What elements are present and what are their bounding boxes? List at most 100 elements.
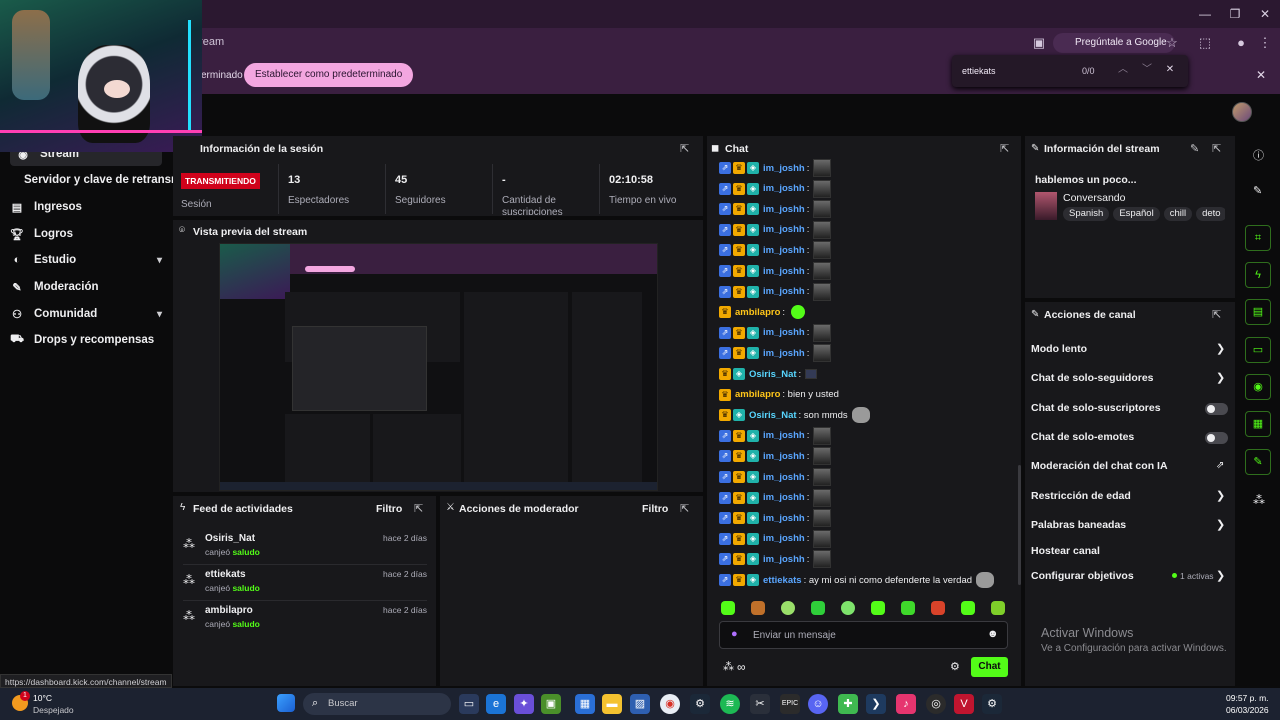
epic-games-icon[interactable]: EPIC	[780, 694, 800, 714]
microphone-icon[interactable]: ●	[731, 628, 738, 640]
chat-username[interactable]: ettiekats	[763, 575, 802, 586]
chat-username[interactable]: im_joshh	[763, 472, 805, 483]
feed-user[interactable]: Osiris_Nat	[205, 533, 255, 544]
emote-icon[interactable]	[781, 601, 795, 615]
chat-username[interactable]: im_joshh	[763, 286, 805, 297]
chrome-icon[interactable]: ◉	[660, 694, 680, 714]
sidebar-item-estudio[interactable]: ◐ Estudio ▾	[10, 248, 162, 272]
minimize-icon[interactable]: —	[1190, 4, 1220, 24]
chat-username[interactable]: im_joshh	[763, 204, 805, 215]
action-goals[interactable]: Configurar objetivos	[1031, 570, 1134, 582]
action-slow-mode[interactable]: Modo lento	[1031, 343, 1087, 355]
terminal-icon[interactable]: ❯	[866, 694, 886, 714]
popout-icon[interactable]: ⇱	[680, 142, 689, 155]
find-close-icon[interactable]: ✕	[1163, 63, 1177, 77]
rail-kick-icon[interactable]: ⁂	[1253, 493, 1265, 507]
chat-username[interactable]: im_joshh	[763, 492, 805, 503]
tag[interactable]: chill	[1163, 207, 1193, 221]
emote-icon[interactable]	[811, 601, 825, 615]
emote-icon[interactable]	[961, 601, 975, 615]
chat-username[interactable]: im_joshh	[763, 224, 805, 235]
chat-username[interactable]: im_joshh	[763, 266, 805, 277]
profile-icon[interactable]: ●	[1232, 34, 1250, 52]
kick-logo-icon[interactable]: ⁂	[723, 660, 734, 673]
extensions-icon[interactable]: ⬚	[1196, 34, 1214, 52]
emote-icon[interactable]	[991, 601, 1005, 615]
rail-broadcast-icon[interactable]: ◉	[1245, 374, 1271, 400]
chat-username[interactable]: Osiris_Nat	[749, 369, 797, 380]
info-icon[interactable]: ⓘ	[1253, 147, 1264, 163]
action-ai-moderation[interactable]: Moderación del chat con IA	[1031, 460, 1168, 472]
close-window-icon[interactable]: ✕	[1250, 4, 1280, 24]
nvidia-icon[interactable]: ▣	[541, 694, 561, 714]
chat-username[interactable]: im_joshh	[763, 451, 805, 462]
sidebar-item-drops[interactable]: ⛟ Drops y recompensas	[10, 328, 162, 352]
store-icon[interactable]: ▦	[575, 694, 595, 714]
rail-calendar-icon[interactable]: ▦	[1245, 411, 1271, 437]
action-followers-only[interactable]: Chat de solo-seguidores	[1031, 372, 1154, 384]
subscribers-only-toggle[interactable]	[1205, 403, 1228, 415]
infinity-icon[interactable]: ∞	[737, 660, 746, 674]
send-chat-button[interactable]: Chat	[971, 657, 1008, 677]
tag[interactable]: Español	[1113, 207, 1160, 221]
find-input[interactable]: ettiekats	[962, 66, 996, 76]
app-icon[interactable]: ✚	[838, 694, 858, 714]
chevron-right-icon[interactable]: ❯	[1216, 342, 1225, 355]
chevron-right-icon[interactable]: ❯	[1216, 489, 1225, 502]
external-link-icon[interactable]: ⇗	[1216, 460, 1224, 471]
chat-username[interactable]: im_joshh	[763, 183, 805, 194]
chat-username[interactable]: im_joshh	[763, 163, 805, 174]
file-explorer-icon[interactable]: ▬	[602, 694, 622, 714]
user-avatar[interactable]	[1232, 102, 1252, 122]
emote-icon[interactable]	[931, 601, 945, 615]
find-prev-icon[interactable]: ︿	[1116, 63, 1130, 77]
clock-time[interactable]: 09:57 p. m.	[1226, 693, 1269, 703]
action-subscribers-only[interactable]: Chat de solo-suscriptores	[1031, 402, 1161, 414]
obs-icon[interactable]: ◎	[926, 694, 946, 714]
rail-bolt-icon[interactable]: ϟ	[1245, 262, 1271, 288]
copilot-icon[interactable]: ✦	[514, 694, 534, 714]
pencil-icon[interactable]: ✎	[1253, 184, 1262, 197]
photos-icon[interactable]: ▨	[630, 694, 650, 714]
chat-username[interactable]: im_joshh	[763, 245, 805, 256]
bookmark-star-icon[interactable]: ☆	[1163, 34, 1181, 52]
rail-wrench-icon[interactable]: ✎	[1245, 449, 1271, 475]
windows-start-icon[interactable]	[277, 694, 295, 712]
chat-username[interactable]: ambilapro	[735, 307, 780, 318]
sidebar-item-server-key[interactable]: Servidor y clave de retransm	[24, 174, 181, 186]
action-age-restriction[interactable]: Restricción de edad	[1031, 490, 1131, 502]
maximize-icon[interactable]: ❐	[1220, 4, 1250, 24]
chat-username[interactable]: im_joshh	[763, 554, 805, 565]
chat-placeholder[interactable]: Enviar un mensaje	[753, 630, 836, 641]
popout-icon[interactable]: ⇱	[1212, 142, 1221, 155]
chat-username[interactable]: im_joshh	[763, 533, 805, 544]
edit-pencil-icon[interactable]: ✎	[1190, 142, 1199, 155]
popout-icon[interactable]: ⇱	[680, 502, 689, 515]
steam-icon[interactable]: ⚙	[690, 694, 710, 714]
weather-temp[interactable]: 10°C	[33, 693, 52, 703]
emotes-only-toggle[interactable]	[1205, 432, 1228, 444]
popout-icon[interactable]: ⇱	[1212, 308, 1221, 321]
sidebar-item-ingresos[interactable]: ▤ Ingresos	[10, 195, 162, 219]
sidebar-item-logros[interactable]: 🏆︎ Logros	[10, 222, 162, 246]
rail-document-icon[interactable]: ▤	[1245, 299, 1271, 325]
chat-username[interactable]: ambilapro	[735, 389, 780, 400]
category-thumbnail[interactable]	[1035, 192, 1057, 220]
chat-username[interactable]: im_joshh	[763, 348, 805, 359]
tag[interactable]: Spanish	[1063, 207, 1110, 221]
valorant-icon[interactable]: V	[954, 694, 974, 714]
rail-clip-icon[interactable]: ⌗	[1245, 225, 1271, 251]
popout-icon[interactable]: ⇱	[414, 502, 423, 515]
ask-google-button[interactable]: Pregúntale a Google	[1053, 33, 1175, 53]
sidebar-item-comunidad[interactable]: ⚇ Comunidad ▾	[10, 302, 162, 326]
find-next-icon[interactable]: ﹀	[1140, 63, 1154, 77]
emote-icon[interactable]	[721, 601, 735, 615]
menu-dots-icon[interactable]: ⋮	[1256, 34, 1274, 52]
emoji-icon[interactable]: ☻	[987, 628, 999, 640]
emote-icon[interactable]	[751, 601, 765, 615]
capcut-icon[interactable]: ✂	[750, 694, 770, 714]
tiktok-icon[interactable]: ♪	[896, 694, 916, 714]
stream-preview[interactable]	[219, 243, 658, 491]
task-view-icon[interactable]: ▭	[459, 694, 479, 714]
chevron-right-icon[interactable]: ❯	[1216, 518, 1225, 531]
